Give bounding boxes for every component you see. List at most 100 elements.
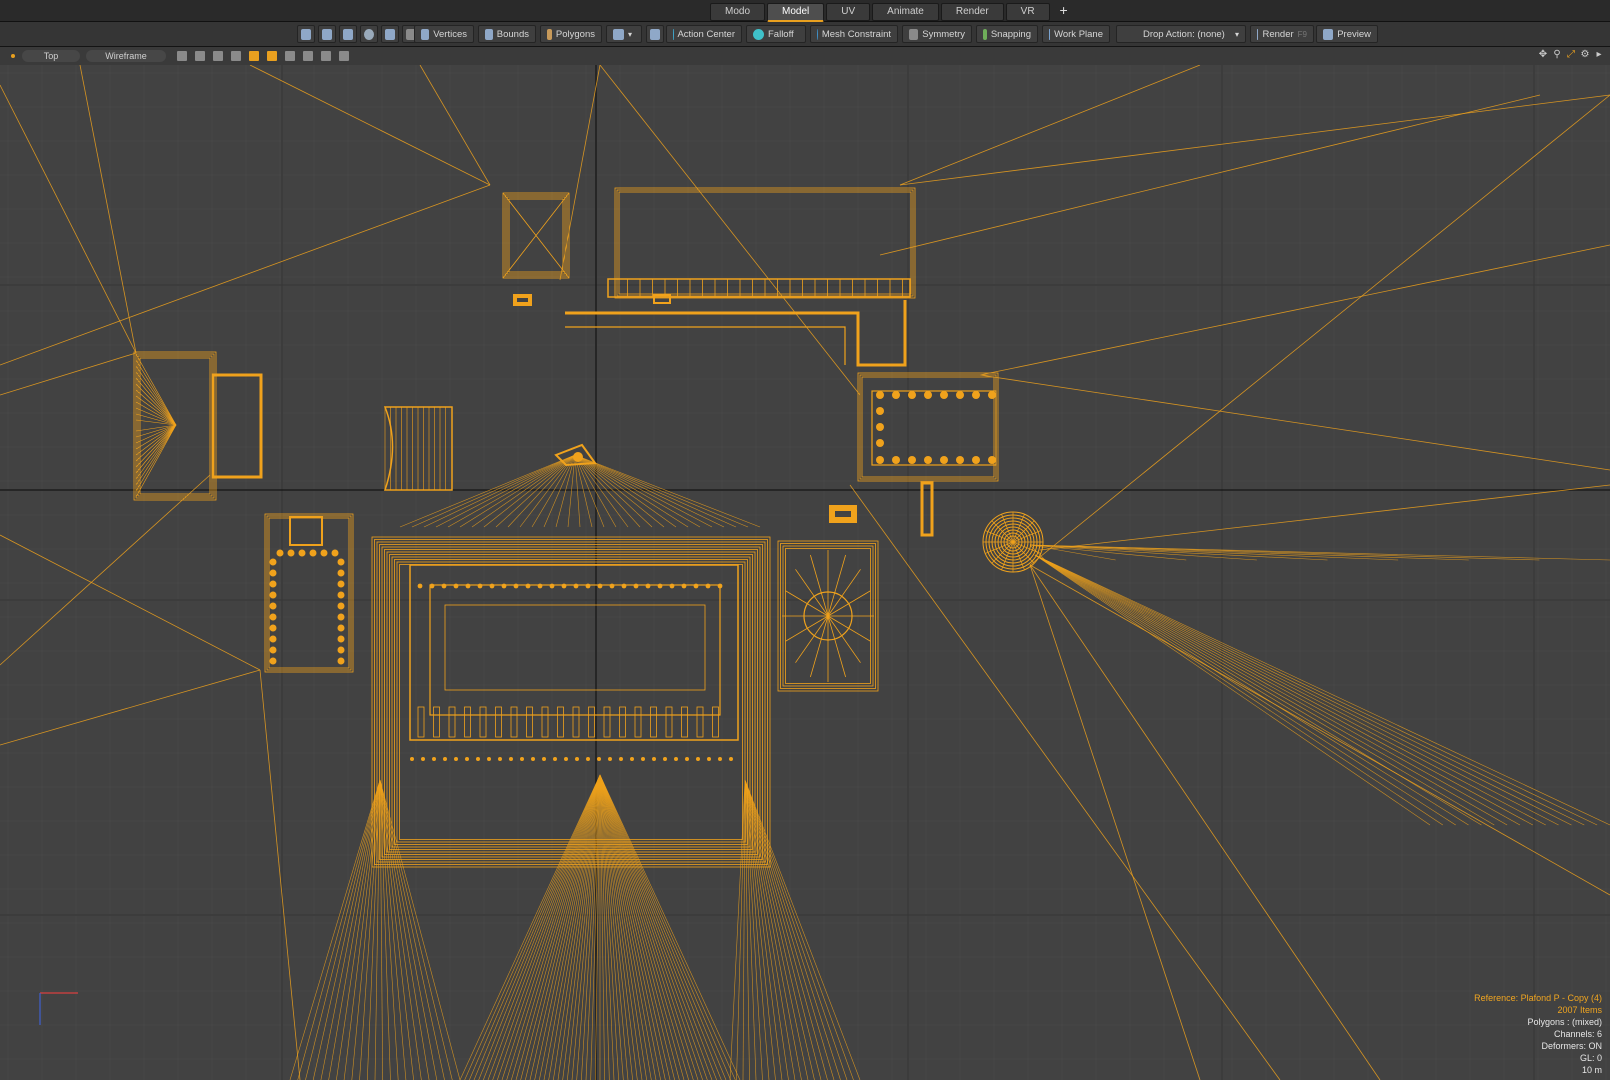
- projection-ray: [0, 669, 261, 746]
- ray-fan: [1034, 554, 1559, 826]
- view-type-dropdown[interactable]: Top: [22, 50, 80, 62]
- light-filter-icon[interactable]: [285, 51, 295, 61]
- drop-action-dropdown[interactable]: Drop Action: (none) ▾: [1116, 25, 1246, 43]
- left-temple-column: [269, 657, 277, 665]
- right-temple-column: [876, 456, 884, 464]
- deformers-info: Deformers: ON: [1541, 1041, 1602, 1051]
- right-temple-cella: [871, 390, 997, 466]
- viewport-menu-icon[interactable]: ▸: [1594, 50, 1604, 60]
- preview-icon: [1323, 28, 1334, 40]
- polygons-mode-button[interactable]: Polygons: [540, 25, 602, 43]
- main-hall-pier: [417, 706, 425, 738]
- main-hall-column: [681, 583, 687, 589]
- tab-uv[interactable]: UV: [826, 3, 871, 21]
- ray-fan: [379, 779, 422, 1080]
- ray-fan: [447, 454, 576, 528]
- main-hall-column: [531, 757, 535, 761]
- work-plane-label: Work Plane: [1054, 28, 1103, 40]
- symmetry-button[interactable]: Symmetry: [902, 25, 972, 43]
- snapping-button[interactable]: Snapping: [976, 25, 1038, 43]
- action-center-button[interactable]: Action Center: [666, 25, 742, 43]
- left-building-apse: [211, 373, 263, 479]
- mesh-constraint-button[interactable]: Mesh Constraint: [810, 25, 898, 43]
- viewport-info-overlay: Reference: Plafond P - Copy (4) 2007 Ite…: [1474, 992, 1602, 1076]
- main-hall-column: [705, 583, 711, 589]
- main-hall-outline: [389, 554, 753, 850]
- fit-icon[interactable]: ⤢: [1566, 50, 1576, 60]
- main-hall-column: [696, 757, 700, 761]
- pan-icon[interactable]: ✥: [1538, 50, 1548, 60]
- main-hall-column: [657, 583, 663, 589]
- tab-modo[interactable]: Modo: [710, 3, 766, 21]
- mesh-filter-icon[interactable]: [321, 51, 331, 61]
- left-temple-column: [269, 602, 277, 610]
- main-hall-column: [693, 583, 699, 589]
- reference-info: Reference: Plafond P - Copy (4): [1474, 993, 1602, 1003]
- items-mode-button[interactable]: [381, 25, 399, 43]
- projection-ray: [249, 65, 491, 186]
- left-temple-column: [309, 549, 317, 557]
- main-hall-column: [537, 583, 543, 589]
- select-connected-button[interactable]: [339, 25, 357, 43]
- auto-select-button[interactable]: [646, 25, 664, 43]
- ray-fan: [1034, 554, 1546, 826]
- left-temple-column: [337, 657, 345, 665]
- main-hall-outline: [384, 549, 758, 855]
- hatch-toggle-icon[interactable]: [231, 51, 241, 61]
- main-hall-column: [641, 757, 645, 761]
- ray-fan: [483, 454, 576, 528]
- camera-filter-icon[interactable]: [303, 51, 313, 61]
- work-plane-button[interactable]: Work Plane: [1042, 25, 1110, 43]
- 3d-viewport[interactable]: Reference: Plafond P - Copy (4) 2007 Ite…: [0, 65, 1610, 1080]
- main-hall-outline: [394, 559, 748, 845]
- projection-ray: [899, 94, 1610, 186]
- left-temple-column: [320, 549, 328, 557]
- symmetry-icon: [909, 28, 919, 40]
- main-hall-column: [549, 583, 555, 589]
- vertices-mode-button[interactable]: Vertices: [414, 25, 474, 43]
- gear-icon[interactable]: ⚙: [1580, 50, 1590, 60]
- main-hall-outline: [381, 546, 761, 858]
- falloff-button[interactable]: Falloff: [746, 25, 806, 43]
- left-temple-column: [331, 549, 339, 557]
- component-mode-dropdown[interactable]: ▾: [606, 25, 642, 43]
- tab-render[interactable]: Render: [940, 3, 1004, 21]
- main-hall-column: [465, 757, 469, 761]
- bounds-label: Bounds: [496, 28, 529, 40]
- main-hall-inner: [409, 564, 739, 741]
- corridor: [565, 300, 907, 367]
- tab-vr[interactable]: VR: [1005, 3, 1050, 21]
- tab-animate[interactable]: Animate: [872, 3, 939, 21]
- figure-filter-icon[interactable]: [267, 51, 277, 61]
- locator-filter-icon[interactable]: [339, 51, 349, 61]
- main-hall-column: [652, 757, 656, 761]
- main-toolbar: Vertices Bounds Polygons ▾ Action Center…: [0, 22, 1610, 47]
- main-hall-column: [453, 583, 459, 589]
- wireframe-toggle-icon[interactable]: [195, 51, 205, 61]
- projection-ray: [899, 65, 1201, 186]
- item-select-icon[interactable]: [249, 51, 259, 61]
- main-hall-column: [476, 757, 480, 761]
- select-arrow-button[interactable]: [318, 25, 336, 43]
- render-shortcut: F9: [1297, 29, 1307, 39]
- polygon-shield-icon: [547, 28, 552, 40]
- add-tab-button[interactable]: +: [1056, 3, 1072, 19]
- grid-toggle-icon[interactable]: [177, 51, 187, 61]
- shading-dropdown[interactable]: Wireframe: [86, 50, 166, 62]
- snapping-label: Snapping: [990, 28, 1031, 40]
- left-temple-column: [269, 624, 277, 632]
- tab-model[interactable]: Model: [767, 3, 825, 22]
- ray-fan: [574, 454, 665, 528]
- main-hall-column: [597, 583, 603, 589]
- ray-fan: [574, 454, 653, 528]
- select-tool-button[interactable]: [297, 25, 315, 43]
- render-button[interactable]: Render F9: [1250, 25, 1314, 43]
- lasso-button[interactable]: [360, 25, 378, 43]
- projection-ray: [0, 474, 211, 666]
- bounds-mode-button[interactable]: Bounds: [478, 25, 536, 43]
- zoom-icon[interactable]: ⚲: [1552, 50, 1562, 60]
- backdrop-toggle-icon[interactable]: [213, 51, 223, 61]
- cube-icon: [385, 28, 395, 40]
- ray-fan: [289, 779, 381, 1080]
- preview-button[interactable]: Preview: [1316, 25, 1378, 43]
